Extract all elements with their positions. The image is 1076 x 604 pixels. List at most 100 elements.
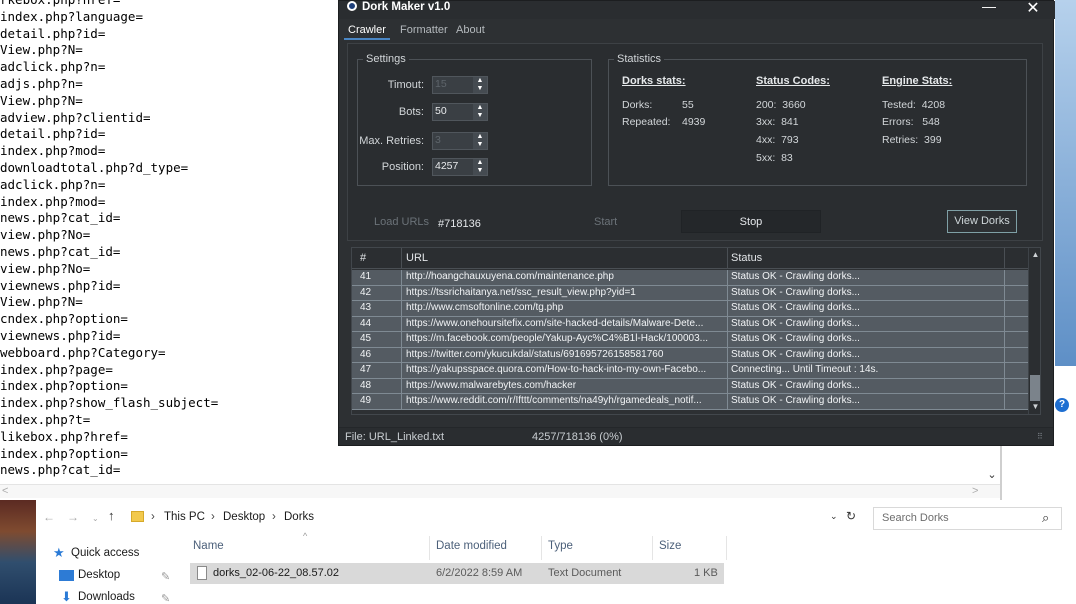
file-name[interactable]: dorks_02-06-22_08.57.02 <box>213 567 339 579</box>
scroll-down-icon[interactable]: ▼ <box>1029 402 1040 411</box>
editor-line[interactable]: adview.php?clientid= <box>0 110 218 127</box>
editor-line[interactable]: adclick.php?n= <box>0 177 218 194</box>
column-header-url[interactable]: URL <box>406 252 428 264</box>
position-value[interactable]: 4257 <box>435 160 458 172</box>
column-header-size[interactable]: Size <box>659 540 681 552</box>
editor-line[interactable]: adjs.php?n= <box>0 76 218 93</box>
editor-line[interactable]: cndex.php?option= <box>0 311 218 328</box>
bots-value[interactable]: 50 <box>435 105 447 117</box>
timeout-value[interactable]: 15 <box>435 78 447 90</box>
editor-line[interactable]: likebox.php?href= <box>0 429 218 446</box>
editor-line[interactable]: index.php?option= <box>0 378 218 395</box>
load-urls-button[interactable]: Load URLs <box>374 216 429 228</box>
minimize-button[interactable]: — <box>979 0 999 16</box>
stop-button[interactable]: Stop <box>681 210 821 233</box>
editor-line[interactable]: view.php?No= <box>0 261 218 278</box>
editor-line[interactable]: adclick.php?n= <box>0 59 218 76</box>
address-bar[interactable] <box>36 506 866 530</box>
position-stepper[interactable]: 4257 ▲ ▼ <box>432 158 488 176</box>
table-row[interactable]: 42 https://tssrichaitanya.net/ssc_result_… <box>352 285 1028 301</box>
editor-line[interactable]: index.php?language= <box>0 9 218 26</box>
url-table[interactable]: # URL Status 41 http://hoangchauxuyena.co… <box>351 247 1041 415</box>
search-input[interactable]: Search Dorks ⌕ <box>873 507 1062 530</box>
resize-grip-icon[interactable]: ⠿ <box>1037 432 1043 441</box>
nav-downloads[interactable]: Downloads <box>78 591 135 603</box>
editor-line[interactable]: detail.php?id= <box>0 126 218 143</box>
start-button[interactable]: Start <box>594 216 617 228</box>
back-icon[interactable]: ← <box>43 510 55 524</box>
breadcrumb-desktop[interactable]: Desktop <box>223 511 265 523</box>
bots-stepper[interactable]: 50 ▲ ▼ <box>432 103 488 121</box>
position-spin-icon[interactable]: ▲ ▼ <box>473 159 487 175</box>
editor-line[interactable]: index.php?mod= <box>0 143 218 160</box>
tab-about[interactable]: About <box>452 20 489 40</box>
table-row[interactable]: 45 https://m.facebook.com/people/Yakup-Ay… <box>352 332 1028 348</box>
title-bar[interactable]: Dork Maker v1.0 — ✕ <box>339 0 1055 19</box>
table-row[interactable]: 43 http://www.cmsoftonline.com/tg.php Stat… <box>352 301 1028 317</box>
editor-line[interactable]: downloadtotal.php?d_type= <box>0 160 218 177</box>
editor-line[interactable]: view.php?No= <box>0 227 218 244</box>
recent-locations-icon[interactable]: ⌄ <box>92 514 99 523</box>
bots-spin-icon[interactable]: ▲ ▼ <box>473 104 487 120</box>
retries-spin-icon[interactable]: ▲ ▼ <box>473 133 487 149</box>
editor-line[interactable]: View.php?N= <box>0 294 218 311</box>
help-icon[interactable]: ? <box>1055 398 1069 412</box>
pin-icon[interactable]: ✎ <box>161 570 170 583</box>
column-header-date-modified[interactable]: Date modified <box>436 540 507 552</box>
retries-stepper[interactable]: 3 ▲ ▼ <box>432 132 488 150</box>
editor-line[interactable]: news.php?cat_id= <box>0 244 218 261</box>
scroll-up-icon[interactable]: ▲ <box>1029 250 1040 259</box>
editor-line[interactable]: index.php?page= <box>0 362 218 379</box>
retries-value[interactable]: 3 <box>435 134 441 146</box>
table-row[interactable]: 46 https://twitter.com/ykucukdal/status/6… <box>352 347 1028 363</box>
breadcrumb-separator-icon[interactable]: › <box>272 511 276 523</box>
column-divider[interactable] <box>541 536 542 560</box>
tab-crawler[interactable]: Crawler <box>344 20 390 40</box>
scrollbar-thumb[interactable] <box>1030 375 1040 401</box>
editor-scroll-left-icon[interactable]: < <box>2 485 8 497</box>
editor-line[interactable]: index.php?option= <box>0 446 218 463</box>
refresh-icon[interactable]: ↻ <box>846 509 856 523</box>
table-row[interactable]: 44 https://www.onehoursitefix.com/site-ha… <box>352 316 1028 332</box>
column-header-name[interactable]: Name <box>193 540 224 552</box>
table-row[interactable]: 41 http://hoangchauxuyena.com/maintenance… <box>352 270 1028 286</box>
column-divider[interactable] <box>652 536 653 560</box>
timeout-stepper[interactable]: 15 ▲ ▼ <box>432 76 488 94</box>
file-row[interactable]: dorks_02-06-22_08.57.02 6/2/2022 8:59 AM… <box>190 563 724 584</box>
up-icon[interactable]: ↑ <box>108 508 115 523</box>
editor-line[interactable]: viewnews.php?id= <box>0 278 218 295</box>
search-placeholder[interactable]: Search Dorks <box>882 512 949 524</box>
nav-desktop[interactable]: Desktop <box>78 569 120 581</box>
breadcrumb-separator-icon[interactable]: › <box>211 511 215 523</box>
editor-line[interactable]: View.php?N= <box>0 93 218 110</box>
editor-line[interactable]: View.php?N= <box>0 42 218 59</box>
breadcrumb-this-pc[interactable]: This PC <box>164 511 205 523</box>
column-divider[interactable] <box>726 536 727 560</box>
breadcrumb-dorks[interactable]: Dorks <box>284 511 314 523</box>
editor-line[interactable]: index.php?show_flash_subject= <box>0 395 218 412</box>
search-icon[interactable]: ⌕ <box>1042 510 1049 526</box>
column-header-number[interactable]: # <box>360 252 366 264</box>
address-dropdown-icon[interactable]: ⌄ <box>830 511 838 522</box>
column-divider[interactable] <box>429 536 430 560</box>
editor-line[interactable]: index.php?t= <box>0 412 218 429</box>
table-row[interactable]: 48 https://www.malwarebytes.com/hacker Sta… <box>352 378 1028 394</box>
editor-scroll-right-icon[interactable]: > <box>972 485 978 497</box>
editor-scroll-down-button[interactable]: ⌄ <box>985 468 999 482</box>
editor-line[interactable]: webboard.php?Category= <box>0 345 218 362</box>
timeout-spin-icon[interactable]: ▲ ▼ <box>473 77 487 93</box>
column-header-type[interactable]: Type <box>548 540 573 552</box>
close-button[interactable]: ✕ <box>1023 0 1043 17</box>
table-row[interactable]: 47 https://yakupsspace.quora.com/How-to-h… <box>352 363 1028 379</box>
table-row[interactable]: 49 https://www.reddit.com/r/Ifttt/comment… <box>352 394 1028 410</box>
column-header-status[interactable]: Status <box>731 252 762 264</box>
tab-formatter[interactable]: Formatter <box>396 20 452 40</box>
view-dorks-button[interactable]: View Dorks <box>947 210 1017 233</box>
editor-horizontal-scrollbar[interactable]: < > <box>0 484 1002 498</box>
nav-quick-access[interactable]: Quick access <box>71 547 139 559</box>
pin-icon[interactable]: ✎ <box>161 592 170 604</box>
editor-text[interactable]: rkebox.php?href=index.php?language=detai… <box>0 0 218 479</box>
breadcrumb-separator-icon[interactable]: › <box>151 511 155 523</box>
table-scrollbar[interactable]: ▲ ▼ <box>1028 248 1040 414</box>
editor-line[interactable]: viewnews.php?id= <box>0 328 218 345</box>
